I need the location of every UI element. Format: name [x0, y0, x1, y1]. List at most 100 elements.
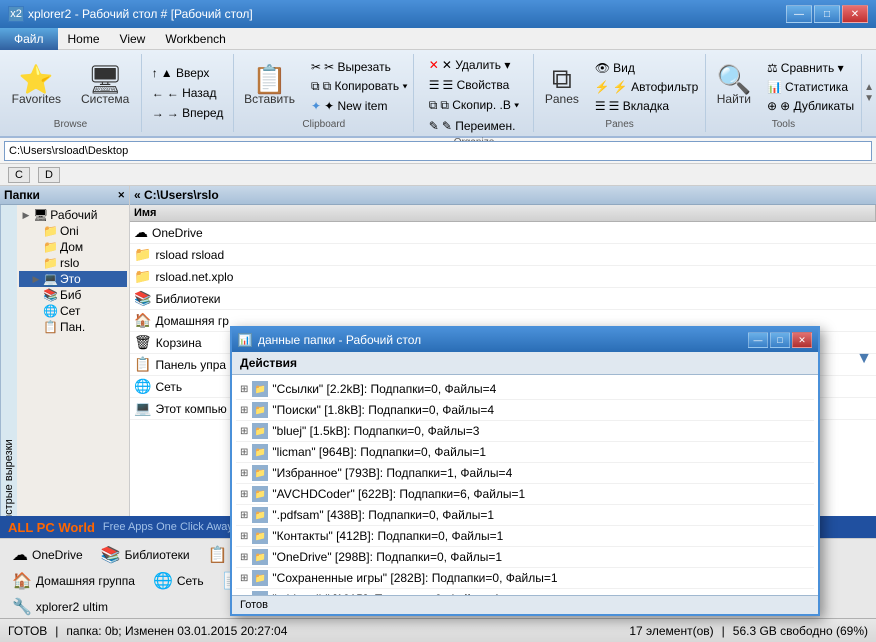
list-item[interactable]: 📁 rsload rsload	[130, 244, 876, 266]
tree-item-rslo[interactable]: 📁 rslo	[19, 255, 127, 271]
dom-folder-icon: 📁	[43, 240, 58, 254]
expand-icon[interactable]: ⊞	[240, 489, 248, 500]
list-item[interactable]: 📚 Библиотеки	[130, 288, 876, 310]
tree-item-this[interactable]: ▶ 💻 Это	[19, 271, 127, 287]
panes-label: Panes	[545, 92, 579, 106]
dialog-title-bar: 📊 данные папки - Рабочий стол — □ ✕	[232, 328, 818, 352]
tree-item-desktop[interactable]: ▶ 🖥 Рабочий	[19, 207, 127, 223]
lib-icon: 📚	[101, 545, 121, 565]
drive-c[interactable]: C	[8, 167, 30, 183]
tree-item-panel[interactable]: 📋 Пан.	[19, 319, 127, 335]
sidebar-close[interactable]: ✕	[117, 190, 125, 201]
dialog-controls: — □ ✕	[748, 332, 812, 348]
stats-button[interactable]: 📊 Статистика	[762, 78, 859, 96]
close-button[interactable]: ✕	[842, 5, 868, 23]
compare-button[interactable]: ⚖ Сравнить ▾	[762, 59, 859, 77]
expand-icon[interactable]: ⊞	[240, 510, 248, 521]
nav-forward[interactable]: → → Вперед	[147, 104, 229, 122]
dialog-row-text-10: "Сохраненные игры" [282B]: Подпапки=0, Ф…	[272, 571, 557, 585]
expand-icon[interactable]: ⊞	[240, 594, 248, 596]
address-input[interactable]	[4, 141, 872, 161]
ribbon-group-nav: ↑ ▲ Вверх ← ← Назад → → Вперед	[142, 54, 234, 132]
newitem-button[interactable]: ✦ ✦ New item	[306, 97, 412, 115]
status-right: 17 элемент(ов) | 56.3 GB свободно (69%)	[629, 624, 868, 638]
bottom-item-lib[interactable]: 📚 Библиотеки	[93, 543, 198, 567]
expand-icon[interactable]: ⊞	[240, 405, 248, 416]
dialog-max[interactable]: □	[770, 332, 790, 348]
dialog-content[interactable]: ⊞ 📁 "Ссылки" [2.2kB]: Подпапки=0, Файлы=…	[232, 375, 818, 595]
tools-group-label: Tools	[772, 117, 795, 130]
menu-home[interactable]: Home	[58, 28, 110, 50]
file-name-home: Домашняя гр	[155, 314, 229, 328]
list-item[interactable]: 📁 rsload.net.xplo	[130, 266, 876, 288]
autofilter-icon: ⚡	[595, 80, 610, 94]
panes-button[interactable]: ⧉ Panes	[536, 63, 588, 111]
onedrive-icon: ☁	[12, 545, 28, 565]
expand-icon[interactable]: ⊞	[240, 447, 248, 458]
tree-item-dom[interactable]: 📁 Дом	[19, 239, 127, 255]
rename-button[interactable]: ✎ ✎ Переимен.	[424, 117, 524, 135]
col-name[interactable]: Имя	[130, 205, 876, 221]
ribbon-btn-favorites[interactable]: ⭐ Favorites	[3, 63, 70, 111]
autofilter-button[interactable]: ⚡ ⚡ Автофильтр	[590, 78, 703, 96]
ribbon-scroll-up[interactable]: ▲	[864, 82, 874, 93]
filter-icon[interactable]: ▼	[856, 350, 872, 368]
bottom-label: Библиотеки	[125, 548, 190, 562]
tree-item-net[interactable]: 🌐 Сет	[19, 303, 127, 319]
dialog-min[interactable]: —	[748, 332, 768, 348]
expand-icon[interactable]: ⊞	[240, 573, 248, 584]
tools-small: ⚖ Сравнить ▾ 📊 Статистика ⊕ ⊕ Дубликаты	[762, 59, 859, 115]
file-name-lib: Библиотеки	[155, 292, 220, 306]
expand-icon[interactable]: ⊞	[240, 531, 248, 542]
tab-button[interactable]: ☰ ☰ Вкладка	[590, 97, 703, 115]
ribbon-btn-computer[interactable]: 🖥 Система	[72, 63, 138, 111]
copy-button[interactable]: ⧉ ⧉ Копировать ▾	[306, 77, 412, 96]
bottom-item-net[interactable]: 🌐 Сеть	[145, 569, 212, 593]
dialog-row: ⊞ 📁 ".pdfsam" [438B]: Подпапки=0, Файлы=…	[236, 505, 814, 526]
dups-button[interactable]: ⊕ ⊕ Дубликаты	[762, 97, 859, 115]
ribbon-group-clipboard: 📋 Вставить ✂ ✂ Вырезать ⧉ ⧉ Копировать ▾…	[234, 54, 414, 132]
menu-workbench[interactable]: Workbench	[155, 28, 235, 50]
tree-label-oni: Oni	[60, 224, 79, 238]
delete-button[interactable]: ✕ ✕ Удалить ▾	[424, 56, 524, 74]
expand-icon[interactable]: ⊞	[240, 426, 248, 437]
dialog-row: ⊞ 📁 "AVCHDCoder" [622B]: Подпапки=6, Фай…	[236, 484, 814, 505]
paste-button[interactable]: 📋 Вставить	[235, 63, 304, 111]
find-button[interactable]: 🔍 Найти	[708, 63, 760, 111]
copy2-button[interactable]: ⧉ ⧉ Скопир. .В ▾	[424, 96, 524, 115]
lib-icon: 📚	[43, 288, 58, 302]
menu-view[interactable]: View	[110, 28, 156, 50]
props-button[interactable]: ☰ ☰ Свойства	[424, 76, 524, 94]
expand-icon[interactable]: ⊞	[240, 552, 248, 563]
cut-button[interactable]: ✂ ✂ Вырезать	[306, 58, 412, 76]
nav-back[interactable]: ← ← Назад	[147, 84, 229, 102]
row-icon: 📁	[252, 486, 268, 502]
expand-icon[interactable]: ⊞	[240, 384, 248, 395]
favorites-label: Favorites	[12, 92, 61, 106]
address-bar	[0, 138, 876, 164]
dialog-close[interactable]: ✕	[792, 332, 812, 348]
list-item[interactable]: ☁ OneDrive	[130, 222, 876, 244]
bottom-item-onedrive[interactable]: ☁ OneDrive	[4, 543, 91, 567]
minimize-button[interactable]: —	[786, 5, 812, 23]
tree-label-dom: Дом	[60, 240, 83, 254]
expand-icon[interactable]: ⊞	[240, 468, 248, 479]
controlpanel-icon: 📋	[134, 356, 151, 373]
bottom-item-xplorer2[interactable]: 🔧 xplorer2 ultim	[4, 595, 116, 618]
status-info: папка: 0b; Изменен 03.01.2015 20:27:04	[66, 624, 287, 638]
drive-d[interactable]: D	[38, 167, 60, 183]
maximize-button[interactable]: □	[814, 5, 840, 23]
nav-buttons: ↑ ▲ Вверх ← ← Назад → → Вперед	[147, 56, 229, 130]
view-button[interactable]: 👁 Вид	[590, 59, 703, 77]
tree-item-oni[interactable]: 📁 Oni	[19, 223, 127, 239]
compare-icon: ⚖	[767, 61, 778, 75]
ribbon-scroll-down[interactable]: ▼	[864, 93, 874, 104]
nav-up[interactable]: ↑ ▲ Вверх	[147, 64, 229, 82]
expand-icon: ▶	[31, 274, 41, 285]
browse-group-label: Browse	[54, 117, 87, 130]
tree-item-lib[interactable]: 📚 Биб	[19, 287, 127, 303]
panel-header-label: « C:\Users\rslo	[134, 188, 219, 202]
bottom-item-homegroup[interactable]: 🏠 Домашняя группа	[4, 569, 143, 593]
tree-label-net: Сет	[60, 304, 80, 318]
menu-file[interactable]: Файл	[0, 28, 58, 50]
